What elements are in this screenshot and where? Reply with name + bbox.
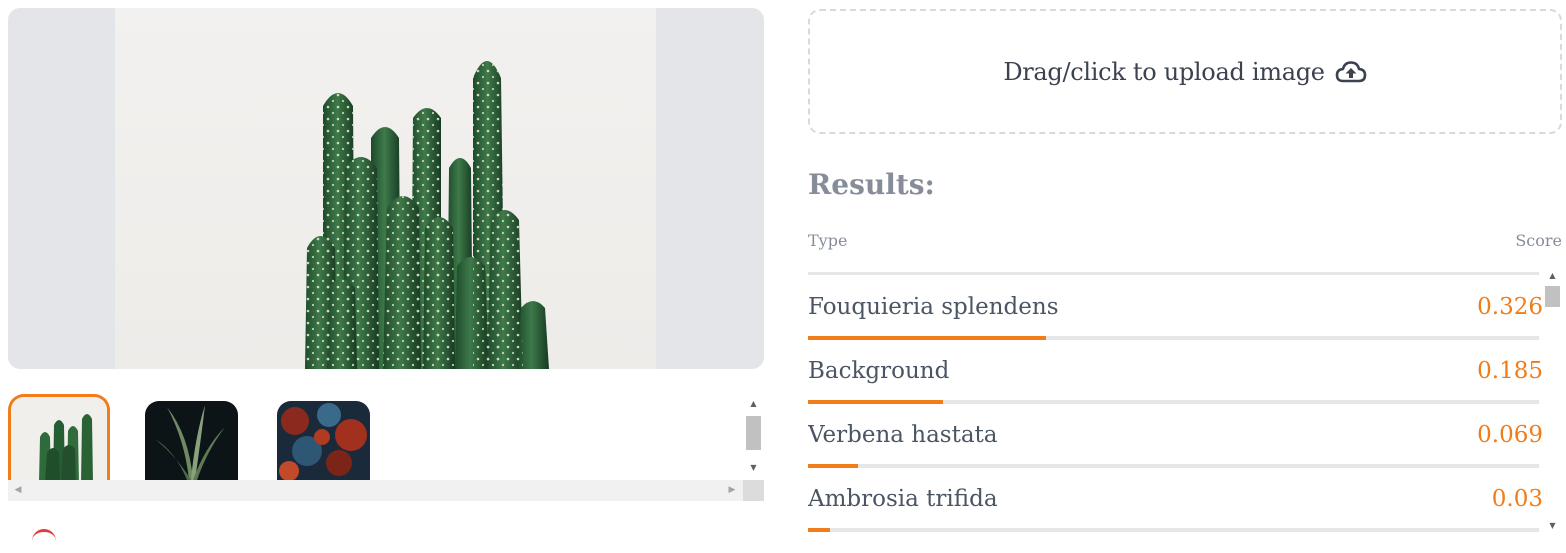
scroll-up-icon[interactable]: ▲ <box>1543 268 1562 284</box>
result-type: Fouquieria splendens <box>808 294 1059 320</box>
thumbnail-dark-plant[interactable] <box>145 401 238 480</box>
cloud-upload-icon <box>1335 60 1367 84</box>
scroll-down-icon[interactable]: ▼ <box>743 460 764 476</box>
upload-label: Drag/click to upload image <box>1003 57 1325 86</box>
scroll-left-icon[interactable]: ◀ <box>10 480 26 501</box>
results-list: Fouquieria splendens 0.326 Background 0.… <box>808 276 1543 534</box>
upload-dropzone[interactable]: Drag/click to upload image <box>808 9 1562 134</box>
result-score: 0.326 <box>1477 294 1543 320</box>
thumbnail-cactus[interactable] <box>8 394 110 480</box>
result-score: 0.03 <box>1491 486 1543 512</box>
scroll-up-icon[interactable]: ▲ <box>743 396 764 412</box>
result-row: Ambrosia trifida 0.03 <box>808 468 1543 532</box>
result-row: Background 0.185 <box>808 340 1543 404</box>
loading-indicator <box>32 529 56 553</box>
cactus-photo <box>115 8 656 369</box>
results-title: Results: <box>808 168 935 201</box>
scrollbar-thumb[interactable] <box>746 416 761 450</box>
results-scrollbar[interactable]: ▲ ▼ <box>1543 266 1562 534</box>
result-row: Verbena hastata 0.069 <box>808 404 1543 468</box>
column-header-type: Type <box>808 231 848 250</box>
scroll-right-icon[interactable]: ▶ <box>724 480 740 501</box>
result-row: Fouquieria splendens 0.326 <box>808 276 1543 340</box>
result-type: Verbena hastata <box>808 422 998 448</box>
thumbnail-red-blue-foliage[interactable] <box>277 401 370 480</box>
column-header-score: Score <box>1515 231 1562 250</box>
result-type: Background <box>808 358 950 384</box>
scroll-down-icon[interactable]: ▼ <box>1543 518 1562 534</box>
result-score: 0.069 <box>1477 422 1543 448</box>
gallery-vertical-scrollbar[interactable]: ▲ ▼ <box>743 394 764 480</box>
image-preview <box>8 8 764 369</box>
score-bar-fill <box>808 528 830 532</box>
scrollbar-thumb[interactable] <box>1545 286 1560 307</box>
result-type: Ambrosia trifida <box>808 486 998 512</box>
header-divider <box>808 272 1539 275</box>
scrollbar-corner <box>743 480 764 501</box>
result-score: 0.185 <box>1477 358 1543 384</box>
gallery-horizontal-scrollbar[interactable]: ◀ ▶ <box>8 480 764 501</box>
score-bar-track <box>808 528 1539 532</box>
